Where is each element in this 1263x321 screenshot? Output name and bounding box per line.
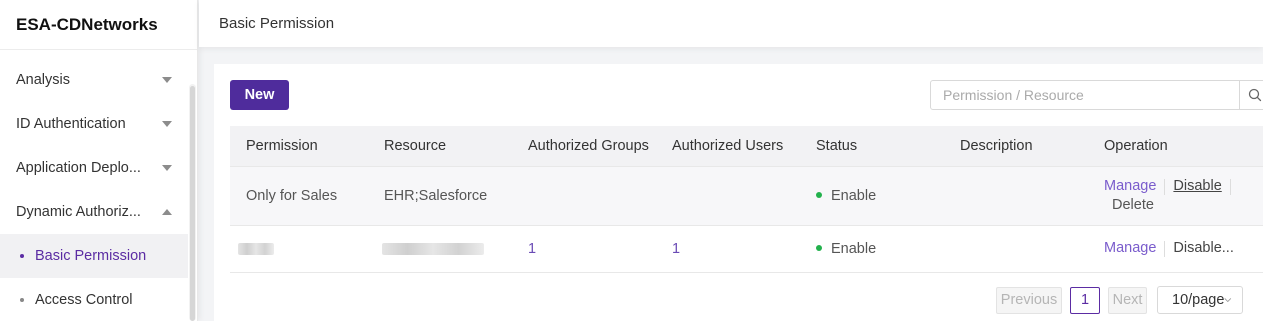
search-button[interactable]	[1239, 81, 1263, 109]
column-header: Resource	[368, 126, 512, 167]
table-row[interactable]: 1 1 Enable Manage Disable...	[230, 225, 1263, 273]
search-input[interactable]	[931, 81, 1239, 109]
page-title: Basic Permission	[219, 15, 335, 32]
next-page-button[interactable]: Next	[1108, 286, 1147, 314]
chevron-down-icon	[162, 165, 172, 171]
sidebar: ESA-CDNetworks Analysis ID Authenticatio…	[0, 0, 198, 321]
page-header: Basic Permission	[199, 0, 1263, 47]
brand-title: ESA-CDNetworks	[0, 0, 197, 50]
page-size-value: 10/page	[1172, 292, 1225, 308]
operation-cell: Manage Disable...	[1088, 225, 1263, 273]
table-row[interactable]: Only for Sales EHR;Salesforce Enable Man…	[230, 166, 1263, 226]
description-cell	[944, 225, 1088, 273]
status-text: Enable	[831, 240, 877, 257]
column-header: Description	[944, 126, 1088, 167]
groups-cell[interactable]: 1	[512, 225, 656, 273]
divider	[1164, 178, 1166, 195]
groups-cell[interactable]	[512, 166, 656, 226]
sidebar-subitem-label: Access Control	[35, 292, 133, 308]
permission-table: Permission Resource Authorized Groups Au…	[230, 126, 1263, 273]
bullet-icon	[20, 298, 24, 302]
search-box	[930, 80, 1263, 110]
chevron-down-icon	[162, 77, 172, 83]
disable-link[interactable]: Disable	[1173, 178, 1221, 194]
chevron-down-icon	[162, 121, 172, 127]
chevron-up-icon	[162, 209, 172, 215]
operation-cell: Manage Disable Delete	[1088, 166, 1263, 226]
column-header: Operation	[1088, 126, 1263, 167]
divider	[1164, 240, 1166, 257]
page-size-select[interactable]: 10/page	[1157, 286, 1243, 314]
chevron-down-icon	[1224, 298, 1232, 303]
manage-link[interactable]: Manage	[1104, 240, 1156, 256]
users-cell[interactable]	[656, 166, 800, 226]
sidebar-item-label: Analysis	[16, 72, 70, 88]
page-number-button[interactable]: 1	[1070, 286, 1100, 314]
status-cell: Enable	[800, 166, 944, 226]
sidebar-subitem-basic-permission[interactable]: Basic Permission	[0, 234, 188, 278]
status-dot-icon	[816, 191, 822, 198]
column-header: Authorized Users	[656, 126, 800, 167]
sidebar-subitem-label: Basic Permission	[35, 248, 147, 264]
sidebar-item-dynamic-authorization[interactable]: Dynamic Authoriz...	[0, 190, 188, 234]
sidebar-nav: Analysis ID Authentication Application D…	[0, 58, 188, 321]
manage-link[interactable]: Manage	[1104, 178, 1156, 194]
column-header: Authorized Groups	[512, 126, 656, 167]
redacted-text	[382, 242, 484, 255]
users-cell[interactable]: 1	[656, 225, 800, 273]
sidebar-item-label: ID Authentication	[16, 116, 126, 132]
delete-link[interactable]: Delete	[1112, 197, 1263, 213]
column-header: Status	[800, 126, 944, 167]
sidebar-item-id-authentication[interactable]: ID Authentication	[0, 102, 188, 146]
resource-cell: EHR;Salesforce	[368, 166, 512, 226]
sidebar-scrollbar-thumb[interactable]	[190, 86, 195, 321]
sidebar-item-analysis[interactable]: Analysis	[0, 58, 188, 102]
description-cell	[944, 166, 1088, 226]
table-header-row: Permission Resource Authorized Groups Au…	[230, 126, 1263, 167]
divider	[1229, 178, 1231, 195]
sidebar-subitem-access-control[interactable]: Access Control	[0, 278, 188, 321]
disable-link[interactable]: Disable...	[1173, 240, 1233, 256]
search-icon	[1248, 88, 1261, 102]
previous-page-button[interactable]: Previous	[996, 286, 1062, 314]
redacted-text	[238, 242, 274, 255]
sidebar-item-application-deployment[interactable]: Application Deplo...	[0, 146, 188, 190]
resource-cell	[368, 225, 512, 273]
pagination: Previous 1 Next 10/page	[988, 286, 1243, 314]
bullet-icon	[20, 254, 24, 258]
status-dot-icon	[816, 244, 822, 251]
status-text: Enable	[831, 187, 877, 204]
sidebar-item-label: Dynamic Authoriz...	[16, 204, 141, 220]
permission-cell: Only for Sales	[230, 166, 368, 226]
new-button[interactable]: New	[230, 80, 289, 110]
status-cell: Enable	[800, 225, 944, 273]
column-header: Permission	[230, 126, 368, 167]
sidebar-item-label: Application Deplo...	[16, 160, 141, 176]
permission-cell	[230, 225, 368, 273]
content-card: New Permission Resource Authorized Group…	[214, 64, 1263, 321]
